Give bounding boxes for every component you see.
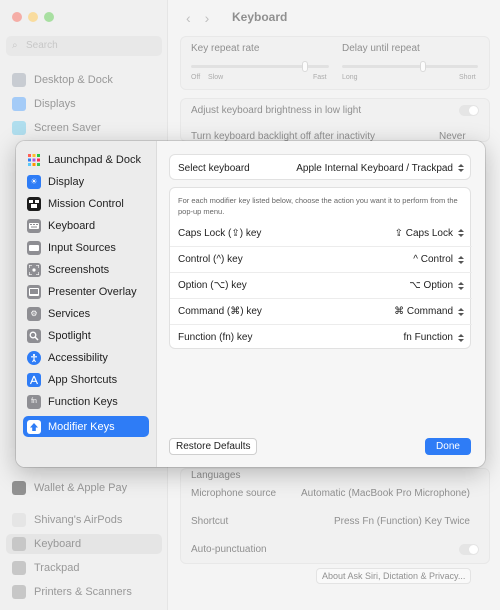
- sidebar-item-input-sources[interactable]: Input Sources: [23, 237, 149, 258]
- spotlight-icon: [27, 328, 41, 343]
- keyboard-icon: [27, 218, 41, 233]
- sidebar-item-display[interactable]: ☀ Display: [23, 171, 149, 192]
- sidebar-item-presenter-overlay[interactable]: Presenter Overlay: [23, 281, 149, 302]
- control-popup[interactable]: ^ Control: [413, 254, 464, 265]
- sidebar-item-mission-control[interactable]: Mission Control: [23, 193, 149, 214]
- shortcuts-sidebar: Launchpad & Dock ☀ Display Mission Contr…: [16, 141, 157, 467]
- popup-chevron-icon: [457, 306, 464, 317]
- sidebar-item-label: Modifier Keys: [48, 420, 115, 433]
- sidebar-item-label: App Shortcuts: [48, 373, 118, 386]
- sidebar-item-function-keys[interactable]: fn Function Keys: [23, 391, 149, 412]
- command-value: ⌘ Command: [394, 306, 453, 317]
- sidebar-item-label: Launchpad & Dock: [48, 153, 141, 166]
- modifier-keys-icon: [27, 419, 41, 434]
- app-shortcuts-icon: [27, 372, 41, 387]
- select-keyboard-group: Select keyboard Apple Internal Keyboard …: [169, 154, 471, 180]
- sidebar-item-app-shortcuts[interactable]: App Shortcuts: [23, 369, 149, 390]
- option-label: Option (⌥) key: [178, 280, 247, 291]
- select-keyboard-value: Apple Internal Keyboard / Trackpad: [296, 162, 453, 174]
- select-keyboard-popup[interactable]: Apple Internal Keyboard / Trackpad: [296, 163, 464, 174]
- sidebar-item-label: Spotlight: [48, 329, 91, 342]
- option-row: Option (⌥) key ⌥ Option: [170, 272, 472, 298]
- sidebar-item-label: Function Keys: [48, 395, 118, 408]
- keyboard-shortcuts-sheet: Launchpad & Dock ☀ Display Mission Contr…: [16, 141, 485, 467]
- popup-chevron-icon: [457, 228, 464, 239]
- restore-defaults-button[interactable]: Restore Defaults: [169, 438, 258, 455]
- input-sources-icon: [27, 240, 41, 255]
- popup-chevron-icon: [457, 332, 464, 343]
- sidebar-item-label: Services: [48, 307, 91, 320]
- accessibility-icon: [27, 350, 41, 365]
- select-keyboard-row: Select keyboard Apple Internal Keyboard …: [170, 155, 472, 181]
- sidebar-item-launchpad-dock[interactable]: Launchpad & Dock: [23, 149, 149, 170]
- popup-chevron-icon: [457, 280, 464, 291]
- sidebar-item-accessibility[interactable]: Accessibility: [23, 347, 149, 368]
- services-icon: ⚙: [27, 306, 41, 321]
- function-value: fn Function: [403, 332, 453, 343]
- command-popup[interactable]: ⌘ Command: [394, 306, 464, 317]
- command-row: Command (⌘) key ⌘ Command: [170, 298, 472, 324]
- presenter-overlay-icon: [27, 284, 41, 299]
- function-popup[interactable]: fn Function: [404, 332, 464, 343]
- caps-lock-value: ⇪ Caps Lock: [394, 227, 453, 239]
- modifier-description: For each modifier key listed below, choo…: [178, 196, 458, 216]
- control-row: Control (^) key ^ Control: [170, 246, 472, 272]
- select-keyboard-label: Select keyboard: [178, 162, 250, 174]
- sidebar-item-label: Screenshots: [48, 263, 110, 276]
- caps-lock-row: Caps Lock (⇪) key ⇪ Caps Lock: [170, 220, 472, 246]
- sidebar-item-label: Accessibility: [48, 351, 108, 364]
- mission-control-icon: [27, 196, 41, 211]
- function-label: Function (fn) key: [178, 332, 253, 343]
- sidebar-item-label: Mission Control: [48, 197, 124, 210]
- function-keys-icon: fn: [27, 394, 41, 409]
- sidebar-item-spotlight[interactable]: Spotlight: [23, 325, 149, 346]
- popup-chevron-icon: [457, 163, 464, 174]
- launchpad-icon: [27, 153, 41, 167]
- control-label: Control (^) key: [178, 254, 243, 265]
- function-row: Function (fn) key fn Function: [170, 324, 472, 350]
- command-label: Command (⌘) key: [178, 306, 262, 317]
- control-value: ^ Control: [413, 254, 453, 265]
- caps-lock-label: Caps Lock (⇪) key: [178, 227, 262, 239]
- sidebar-item-label: Display: [48, 175, 85, 188]
- popup-chevron-icon: [457, 254, 464, 265]
- sidebar-item-screenshots[interactable]: Screenshots: [23, 259, 149, 280]
- screenshots-icon: [27, 262, 41, 277]
- sidebar-item-modifier-keys[interactable]: Modifier Keys: [23, 416, 149, 437]
- option-value: ⌥ Option: [409, 280, 453, 291]
- modifier-keys-pane: Select keyboard Apple Internal Keyboard …: [157, 141, 485, 467]
- done-button[interactable]: Done: [425, 438, 471, 455]
- modifier-keys-group: For each modifier key listed below, choo…: [169, 187, 472, 350]
- sidebar-item-services[interactable]: ⚙ Services: [23, 303, 149, 324]
- option-popup[interactable]: ⌥ Option: [409, 280, 464, 291]
- caps-lock-popup[interactable]: ⇪ Caps Lock: [395, 228, 464, 239]
- sidebar-item-label: Keyboard: [48, 219, 96, 232]
- display-icon: ☀: [27, 174, 41, 189]
- sidebar-item-label: Input Sources: [48, 241, 116, 254]
- sidebar-item-keyboard[interactable]: Keyboard: [23, 215, 149, 236]
- sidebar-item-label: Presenter Overlay: [48, 285, 137, 298]
